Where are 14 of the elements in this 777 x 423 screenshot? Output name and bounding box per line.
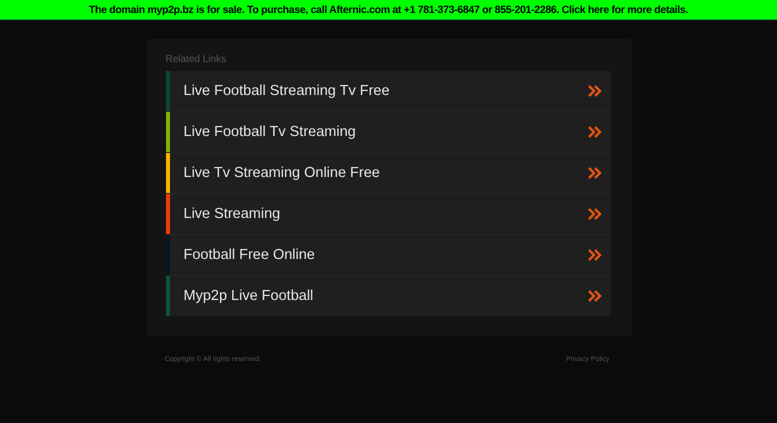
related-link[interactable]: Live Tv Streaming Online Free bbox=[166, 153, 610, 194]
related-link[interactable]: Myp2p Live Football bbox=[166, 276, 610, 316]
double-chevron-icon bbox=[588, 290, 602, 302]
double-chevron-icon bbox=[588, 249, 602, 261]
domain-sale-banner[interactable]: The domain myp2p.bz is for sale. To purchase, call Afternic.com at +1 781-373-6847 or 855-201-2286. Click here for more details. bbox=[0, 0, 777, 20]
section-heading: Related Links bbox=[166, 54, 228, 65]
double-chevron-icon bbox=[588, 126, 602, 138]
double-chevron-icon bbox=[588, 85, 602, 97]
related-link[interactable]: Live Streaming bbox=[166, 194, 610, 235]
double-chevron-icon bbox=[588, 167, 602, 179]
related-link[interactable]: Live Football Tv Streaming bbox=[166, 112, 610, 153]
related-link[interactable]: Live Football Streaming Tv Free bbox=[166, 71, 610, 112]
double-chevron-icon bbox=[588, 208, 602, 220]
related-link[interactable]: Football Free Online bbox=[166, 235, 610, 276]
